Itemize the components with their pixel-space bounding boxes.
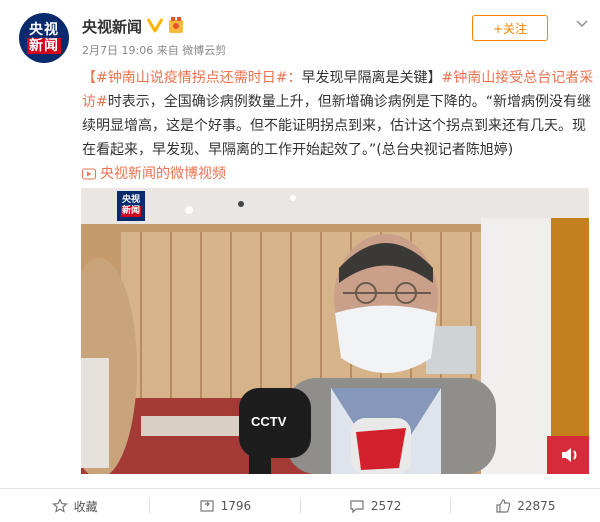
chevron-down-icon[interactable] (574, 16, 590, 32)
favorite-button[interactable]: 收藏 (0, 490, 149, 522)
comment-button[interactable]: 2572 (301, 490, 450, 522)
avatar[interactable]: 央视 新闻 (19, 13, 69, 63)
favorite-label: 收藏 (73, 499, 98, 514)
verified-v-icon (146, 18, 164, 33)
video-logo-bottom: 新闻 (120, 206, 141, 217)
medal-badge-icon[interactable] (168, 16, 184, 34)
avatar-text-top: 央视 (29, 22, 59, 38)
video-logo-top: 央视 (121, 195, 140, 205)
post-header: 央视 新闻 央视新闻 2月7日 19:06 来自 微博云剪 +关注 (0, 0, 600, 66)
like-button[interactable]: 22875 (451, 490, 600, 522)
post-text-body: 时表示，全国确诊病例数量上升，但新增确诊病例是下降的。“新增病例没有继续明显增高… (82, 94, 591, 158)
video-channel-logo: 央视 新闻 (117, 191, 145, 221)
post-text: 【#钟南山说疫情拐点还需时日#：早发现早隔离是关键】#钟南山接受总台记者采访#时… (82, 66, 594, 188)
video-frame (81, 188, 589, 474)
post-meta: 2月7日 19:06 来自 微博云剪 (82, 42, 226, 58)
post-source[interactable]: 来自 微博云剪 (157, 44, 227, 57)
action-bar: 收藏 1796 2572 22875 (0, 490, 600, 522)
avatar-text-bottom: 新闻 (27, 38, 61, 54)
comment-count: 2572 (370, 499, 402, 513)
mic-cctv-label: CCTV (251, 414, 287, 429)
video-link-label: 央视新闻的微博视频 (100, 166, 226, 182)
star-icon (51, 498, 68, 513)
video-link[interactable]: 央视新闻的微博视频 (82, 162, 226, 186)
post-text-headline: 早发现早隔离是关键】 (301, 70, 442, 86)
repost-button[interactable]: 1796 (150, 490, 299, 522)
thumbs-up-icon (496, 499, 511, 513)
topic-tag-inflection[interactable]: 【#钟南山说疫情拐点还需时日#： (82, 70, 301, 86)
follow-button[interactable]: +关注 (472, 15, 548, 41)
like-count: 22875 (517, 499, 556, 513)
repost-count: 1796 (220, 499, 252, 513)
account-name[interactable]: 央视新闻 (82, 16, 142, 37)
video-player[interactable]: 央视 新闻 CCTV (81, 188, 589, 474)
post-time[interactable]: 2月7日 19:06 (82, 44, 153, 57)
action-divider (0, 488, 600, 489)
video-play-icon (82, 168, 96, 180)
comment-icon (350, 500, 364, 514)
repost-icon (199, 500, 214, 512)
volume-icon[interactable] (559, 444, 581, 466)
